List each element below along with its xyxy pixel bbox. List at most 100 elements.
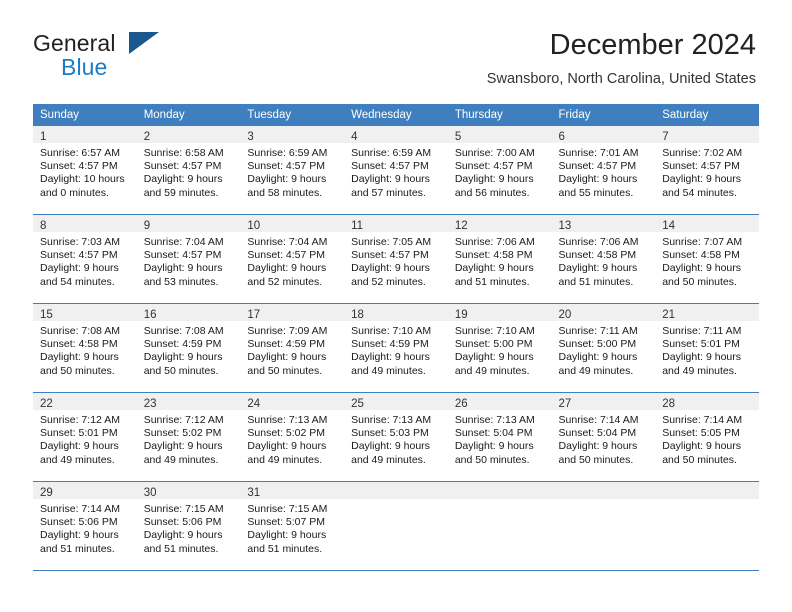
calendar-day-cell[interactable]: 26 Sunrise: 7:13 AM Sunset: 5:04 PM Dayligh… (447, 392, 552, 482)
daylight-text-line2: and 49 minutes. (247, 453, 323, 466)
daylight-text-line2: and 56 minutes. (454, 186, 530, 199)
calendar-day-cell[interactable]: 12 Sunrise: 7:06 AM Sunset: 4:58 PM Dayligh… (447, 214, 552, 304)
sunset-text: Sunset: 4:57 PM (247, 160, 326, 173)
sunrise-text: Sunrise: 7:08 AM (143, 325, 224, 337)
sunset-text: Sunset: 5:04 PM (454, 427, 533, 440)
day-details: Sunrise: 7:09 AM Sunset: 4:59 PM Daylight:… (240, 321, 344, 378)
day-cell-content: 26 Sunrise: 7:13 AM Sunset: 5:04 PM Dayligh… (447, 393, 552, 481)
calendar-week-row: 8 Sunrise: 7:03 AM Sunset: 4:57 PM Daylight… (33, 214, 759, 304)
day-details (448, 499, 552, 503)
day-cell-content: 3 Sunrise: 6:59 AM Sunset: 4:57 PM Daylight… (240, 126, 345, 214)
daylight-text-line1: Daylight: 9 hours (143, 351, 223, 364)
calendar-day-cell[interactable]: 20 Sunrise: 7:11 AM Sunset: 5:00 PM Dayligh… (551, 303, 656, 393)
calendar-day-cell[interactable]: 14 Sunrise: 7:07 AM Sunset: 4:58 PM Dayligh… (655, 214, 759, 304)
calendar-day-cell[interactable]: 29 Sunrise: 7:14 AM Sunset: 5:06 PM Dayligh… (33, 481, 137, 571)
sunrise-sunset-calendar: Sunday Monday Tuesday Wednesday Thursday… (33, 104, 759, 571)
calendar-day-cell[interactable]: 27 Sunrise: 7:14 AM Sunset: 5:04 PM Dayligh… (551, 392, 656, 482)
day-cell-content: 31 Sunrise: 7:15 AM Sunset: 5:07 PM Dayligh… (240, 482, 345, 570)
day-cell-content: 20 Sunrise: 7:11 AM Sunset: 5:00 PM Dayligh… (551, 304, 656, 392)
daylight-text-line1: Daylight: 9 hours (40, 351, 119, 364)
calendar-day-cell[interactable]: 23 Sunrise: 7:12 AM Sunset: 5:02 PM Dayligh… (136, 392, 241, 482)
calendar-day-cell[interactable]: 3 Sunrise: 6:59 AM Sunset: 4:57 PM Daylight… (240, 126, 345, 215)
daylight-text-line2: and 49 minutes. (662, 364, 737, 377)
calendar-day-cell[interactable]: 7 Sunrise: 7:02 AM Sunset: 4:57 PM Daylight… (655, 126, 759, 215)
day-details: Sunrise: 7:02 AM Sunset: 4:57 PM Daylight:… (655, 143, 759, 200)
day-number-bar: 10 (240, 215, 345, 232)
daylight-text-line2: and 49 minutes. (40, 453, 115, 466)
day-cell-content: 12 Sunrise: 7:06 AM Sunset: 4:58 PM Dayligh… (447, 215, 552, 303)
day-details: Sunrise: 7:01 AM Sunset: 4:57 PM Daylight:… (552, 143, 656, 200)
day-cell-content: 5 Sunrise: 7:00 AM Sunset: 4:57 PM Daylight… (447, 126, 552, 214)
sunrise-text: Sunrise: 7:12 AM (40, 414, 120, 426)
sunrise-text: Sunrise: 7:09 AM (247, 325, 328, 337)
day-details: Sunrise: 7:04 AM Sunset: 4:57 PM Daylight:… (240, 232, 344, 289)
day-details: Sunrise: 7:08 AM Sunset: 4:59 PM Daylight:… (137, 321, 241, 378)
sunrise-text: Sunrise: 7:13 AM (454, 414, 535, 426)
location-subtitle: Swansboro, North Carolina, United States (486, 71, 756, 87)
calendar-day-cell[interactable]: 16 Sunrise: 7:08 AM Sunset: 4:59 PM Dayligh… (136, 303, 241, 393)
calendar-day-cell[interactable]: 13 Sunrise: 7:06 AM Sunset: 4:58 PM Dayligh… (551, 214, 656, 304)
calendar-day-cell[interactable]: 21 Sunrise: 7:11 AM Sunset: 5:01 PM Dayligh… (655, 303, 759, 393)
brand-logo[interactable]: General Blue (33, 30, 233, 84)
day-number: 29 (40, 487, 53, 499)
day-number: 12 (454, 220, 468, 232)
calendar-empty-cell (447, 481, 552, 571)
sunset-text: Sunset: 5:05 PM (662, 427, 740, 440)
sunrise-text: Sunrise: 7:10 AM (351, 325, 432, 337)
calendar-day-cell[interactable]: 15 Sunrise: 7:08 AM Sunset: 4:58 PM Dayligh… (33, 303, 137, 393)
calendar-day-cell[interactable]: 11 Sunrise: 7:05 AM Sunset: 4:57 PM Dayligh… (344, 214, 448, 304)
calendar-day-cell[interactable]: 17 Sunrise: 7:09 AM Sunset: 4:59 PM Dayligh… (240, 303, 345, 393)
day-cell-content: 17 Sunrise: 7:09 AM Sunset: 4:59 PM Dayligh… (240, 304, 345, 392)
calendar-day-cell[interactable]: 22 Sunrise: 7:12 AM Sunset: 5:01 PM Dayligh… (33, 392, 137, 482)
calendar-day-cell[interactable]: 24 Sunrise: 7:13 AM Sunset: 5:02 PM Dayligh… (240, 392, 345, 482)
day-number: 27 (558, 398, 572, 410)
calendar-day-cell[interactable]: 30 Sunrise: 7:15 AM Sunset: 5:06 PM Dayligh… (136, 481, 241, 571)
weekday-header-tuesday: Tuesday (240, 104, 345, 126)
day-number: 6 (558, 131, 565, 143)
day-details: Sunrise: 7:10 AM Sunset: 5:00 PM Daylight:… (448, 321, 552, 378)
sunset-text: Sunset: 4:59 PM (351, 338, 429, 351)
calendar-day-cell[interactable]: 31 Sunrise: 7:15 AM Sunset: 5:07 PM Dayligh… (240, 481, 345, 571)
daylight-text-line1: Daylight: 9 hours (351, 173, 430, 186)
calendar-day-cell[interactable]: 4 Sunrise: 6:59 AM Sunset: 4:57 PM Daylight… (344, 126, 448, 215)
day-number: 19 (454, 309, 468, 321)
day-number-bar: 2 (136, 126, 241, 143)
daylight-text-line1: Daylight: 9 hours (558, 351, 638, 364)
calendar-day-cell[interactable]: 25 Sunrise: 7:13 AM Sunset: 5:03 PM Dayligh… (344, 392, 448, 482)
calendar-day-cell[interactable]: 28 Sunrise: 7:14 AM Sunset: 5:05 PM Dayligh… (655, 392, 759, 482)
calendar-day-cell[interactable]: 8 Sunrise: 7:03 AM Sunset: 4:57 PM Daylight… (33, 214, 137, 304)
day-number: 7 (662, 131, 669, 143)
day-cell-content: 19 Sunrise: 7:10 AM Sunset: 5:00 PM Dayligh… (447, 304, 552, 392)
daylight-text-line1: Daylight: 9 hours (247, 173, 327, 186)
calendar-day-cell[interactable]: 18 Sunrise: 7:10 AM Sunset: 4:59 PM Dayligh… (344, 303, 448, 393)
calendar-week-row: 1 Sunrise: 6:57 AM Sunset: 4:57 PM Daylight… (33, 126, 759, 215)
sunrise-text: Sunrise: 7:15 AM (143, 503, 224, 515)
sunrise-text: Sunrise: 7:13 AM (247, 414, 328, 426)
calendar-day-cell[interactable]: 9 Sunrise: 7:04 AM Sunset: 4:57 PM Daylight… (136, 214, 241, 304)
day-cell-content: 8 Sunrise: 7:03 AM Sunset: 4:57 PM Daylight… (33, 215, 137, 303)
title-block: December 2024 Swansboro, North Carolina,… (487, 28, 756, 88)
calendar-day-cell[interactable]: 1 Sunrise: 6:57 AM Sunset: 4:57 PM Daylight… (33, 126, 137, 215)
day-cell-content: 23 Sunrise: 7:12 AM Sunset: 5:02 PM Dayligh… (136, 393, 241, 481)
daylight-text-line2: and 58 minutes. (247, 186, 323, 199)
day-details: Sunrise: 7:11 AM Sunset: 5:00 PM Daylight:… (552, 321, 656, 378)
sunrise-text: Sunrise: 7:04 AM (247, 236, 328, 248)
sunset-text: Sunset: 4:58 PM (662, 249, 740, 262)
calendar-day-cell[interactable]: 19 Sunrise: 7:10 AM Sunset: 5:00 PM Dayligh… (447, 303, 552, 393)
weekday-header-friday: Friday (551, 104, 656, 126)
daylight-text-line1: Daylight: 9 hours (351, 262, 430, 275)
day-number: 28 (662, 398, 676, 410)
calendar-day-cell[interactable]: 2 Sunrise: 6:58 AM Sunset: 4:57 PM Daylight… (136, 126, 241, 215)
day-number-bar: 7 (655, 126, 759, 143)
day-number: 23 (143, 398, 157, 410)
calendar-day-cell[interactable]: 6 Sunrise: 7:01 AM Sunset: 4:57 PM Daylight… (551, 126, 656, 215)
sunset-text: Sunset: 4:57 PM (351, 160, 429, 173)
daylight-text-line1: Daylight: 9 hours (247, 529, 327, 542)
calendar-day-cell[interactable]: 5 Sunrise: 7:00 AM Sunset: 4:57 PM Daylight… (447, 126, 552, 215)
sunrise-text: Sunrise: 7:00 AM (454, 147, 535, 159)
calendar-day-cell[interactable]: 10 Sunrise: 7:04 AM Sunset: 4:57 PM Dayligh… (240, 214, 345, 304)
weekday-header-monday: Monday (136, 104, 241, 126)
day-details: Sunrise: 7:06 AM Sunset: 4:58 PM Daylight:… (552, 232, 656, 289)
day-number-bar: 31 (240, 482, 345, 499)
daylight-text-line1: Daylight: 9 hours (143, 440, 223, 453)
